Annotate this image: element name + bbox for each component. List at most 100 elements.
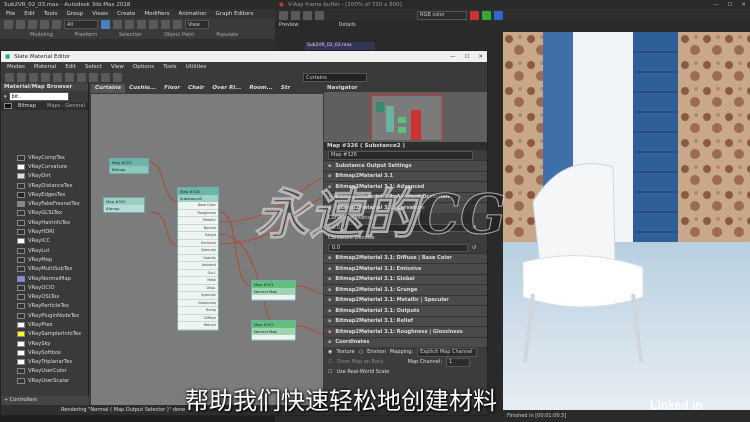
sme-close-icon[interactable]: ✕ bbox=[478, 54, 483, 60]
parameter-editor-icon[interactable] bbox=[113, 73, 122, 82]
maximize-icon[interactable]: ☐ bbox=[727, 2, 732, 8]
menu-modifiers[interactable]: Modifiers bbox=[144, 11, 169, 17]
menu-create[interactable]: Create bbox=[117, 11, 135, 17]
save-icon[interactable] bbox=[279, 10, 288, 20]
rotate-icon[interactable] bbox=[149, 20, 158, 29]
list-item[interactable]: VRayNormalMap bbox=[1, 274, 88, 283]
list-item[interactable]: VRayOCIO bbox=[1, 283, 88, 292]
link-icon[interactable] bbox=[28, 20, 37, 29]
selection-filter-dropdown[interactable]: All bbox=[64, 20, 98, 29]
list-item[interactable]: VRayEdgesTex bbox=[1, 190, 88, 199]
rollout[interactable]: ▪ Bitmap2Material 3.1: Relief bbox=[324, 315, 487, 326]
clear-icon[interactable] bbox=[291, 10, 300, 20]
texture-radio-icon[interactable]: ◉ bbox=[328, 349, 332, 355]
select-region-icon[interactable] bbox=[113, 20, 122, 29]
real-world-checkbox-icon[interactable]: ☐ bbox=[328, 369, 332, 375]
rollout[interactable]: ▪ Bitmap2Material 3.1: Global bbox=[324, 273, 487, 284]
view-dropdown[interactable]: View bbox=[185, 20, 209, 29]
list-item[interactable]: VRaySky bbox=[1, 339, 88, 348]
list-item[interactable]: VRayUserScalar bbox=[1, 376, 88, 385]
sme-menu-tools[interactable]: Tools bbox=[163, 64, 177, 70]
node-map-321[interactable]: Map #321 Normal Map bbox=[251, 280, 296, 301]
map-channel-spinner[interactable]: 1 bbox=[446, 357, 471, 367]
sme-menu-options[interactable]: Options bbox=[133, 64, 154, 70]
environ-radio-icon[interactable]: ○ bbox=[359, 349, 363, 355]
list-item[interactable]: VRayParticleTex bbox=[1, 302, 88, 311]
tab-preview[interactable]: Preview bbox=[279, 22, 298, 28]
list-item[interactable]: VRayDirt bbox=[1, 172, 88, 181]
sme-menu-view[interactable]: View bbox=[111, 64, 124, 70]
socket-label[interactable]: Mask bbox=[178, 277, 218, 285]
move-icon[interactable] bbox=[137, 20, 146, 29]
show-map-icon[interactable] bbox=[53, 73, 62, 82]
list-item[interactable]: VRayLut bbox=[1, 246, 88, 255]
rollout[interactable]: ▪ Bitmap2Material 3.1: Grunge bbox=[324, 284, 487, 295]
menu-views[interactable]: Views bbox=[92, 11, 108, 17]
mapping-dropdown[interactable]: Explicit Map Channel bbox=[417, 347, 478, 357]
sme-maximize-icon[interactable]: ☐ bbox=[464, 54, 469, 60]
close-icon[interactable]: ✕ bbox=[741, 2, 746, 8]
socket-label[interactable]: Roughness bbox=[178, 209, 218, 217]
list-item[interactable]: VRayTriplanarTex bbox=[1, 358, 88, 367]
socket-label[interactable]: Normal bbox=[178, 224, 218, 232]
unlink-icon[interactable] bbox=[40, 20, 49, 29]
list-item[interactable]: VRayCurvature bbox=[1, 162, 88, 171]
list-item[interactable]: VRaySamplerInfoTex bbox=[1, 330, 88, 339]
tab-details[interactable]: Details bbox=[338, 22, 355, 28]
list-item[interactable]: VRayUserColor bbox=[1, 367, 88, 376]
ribbon-freeform[interactable]: Freeform bbox=[75, 32, 97, 38]
tab-chair[interactable]: Chair bbox=[184, 84, 208, 93]
socket-label[interactable]: Occl. bbox=[178, 269, 218, 277]
tab-floor[interactable]: Floor bbox=[160, 84, 184, 93]
socket-label[interactable]: Ambient bbox=[178, 262, 218, 270]
list-item[interactable]: VRayDistanceTex bbox=[1, 181, 88, 190]
navigator-icon[interactable] bbox=[101, 73, 110, 82]
menu-file[interactable]: File bbox=[6, 11, 15, 17]
ribbon-object-paint[interactable]: Object Paint bbox=[164, 32, 194, 38]
list-item[interactable]: VRayMultiSubTex bbox=[1, 265, 88, 274]
rollout[interactable]: ▪ Substance Output Settings bbox=[324, 160, 487, 171]
sme-minimize-icon[interactable]: — bbox=[450, 54, 456, 60]
node-map-326[interactable]: Map #326 Substance2 Base Color Roughness … bbox=[177, 187, 219, 331]
socket-label[interactable]: Metallic bbox=[178, 217, 218, 225]
tab-cushion[interactable]: Cushio... bbox=[125, 84, 160, 93]
socket-label[interactable]: Displ. bbox=[178, 284, 218, 292]
node-view[interactable]: Map #323 Bitmap Map #320 Bitmap Map #326 Su… bbox=[91, 94, 323, 406]
browser-search-input[interactable]: bit bbox=[8, 92, 69, 101]
socket-label[interactable]: Specular bbox=[178, 292, 218, 300]
vfb-history-file[interactable]: Sub2VR_02_03.max bbox=[305, 42, 375, 50]
green-channel-icon[interactable] bbox=[482, 10, 491, 20]
show-map-checkbox-icon[interactable]: ☐ bbox=[328, 359, 332, 365]
dropdown-arrow-icon[interactable]: ▾ bbox=[4, 94, 7, 100]
list-item[interactable]: VRayPtex bbox=[1, 320, 88, 329]
socket-label[interactable]: Height bbox=[178, 232, 218, 240]
bind-icon[interactable] bbox=[52, 20, 61, 29]
sme-menu-material[interactable]: Material bbox=[34, 64, 56, 70]
move-children-icon[interactable] bbox=[41, 73, 50, 82]
minimize-icon[interactable]: — bbox=[713, 2, 719, 8]
rollout[interactable]: ▪ Bitmap2Material 3.1: Diffuse | Base Col… bbox=[324, 252, 487, 263]
socket-label[interactable]: Glossiness bbox=[178, 299, 218, 307]
socket-label[interactable]: Opacity bbox=[178, 254, 218, 262]
list-item[interactable]: VRayGLSLTex bbox=[1, 209, 88, 218]
sme-menu-modes[interactable]: Modes bbox=[7, 64, 25, 70]
pick-material-icon[interactable] bbox=[5, 73, 14, 82]
list-item[interactable]: VRayHairInfoTex bbox=[1, 218, 88, 227]
list-item[interactable]: VRayPluginNodeTex bbox=[1, 311, 88, 320]
rollout[interactable]: ▪ Bitmap2Material 3.1: Metallic | Specula… bbox=[324, 294, 487, 305]
tab-room[interactable]: Room... bbox=[245, 84, 277, 93]
layout-icon[interactable] bbox=[65, 73, 74, 82]
copy-icon[interactable] bbox=[303, 10, 312, 20]
menu-graph-editors[interactable]: Graph Editors bbox=[216, 11, 254, 17]
menu-animation[interactable]: Animation bbox=[179, 11, 207, 17]
menu-group[interactable]: Group bbox=[66, 11, 83, 17]
list-item[interactable]: VRayCompTex bbox=[1, 153, 88, 162]
delete-icon[interactable] bbox=[29, 73, 38, 82]
history-icon[interactable] bbox=[315, 10, 324, 20]
controllers-rollout[interactable]: + Controllers bbox=[1, 396, 89, 405]
list-item[interactable]: VRayOSLTex bbox=[1, 292, 88, 301]
view-selector-dropdown[interactable]: Curtains bbox=[303, 73, 367, 82]
rollout[interactable]: ▪ Bitmap2Material 3.1: Emissive bbox=[324, 263, 487, 274]
ribbon-modeling[interactable]: Modeling bbox=[30, 32, 53, 38]
hide-unused-icon[interactable] bbox=[77, 73, 86, 82]
